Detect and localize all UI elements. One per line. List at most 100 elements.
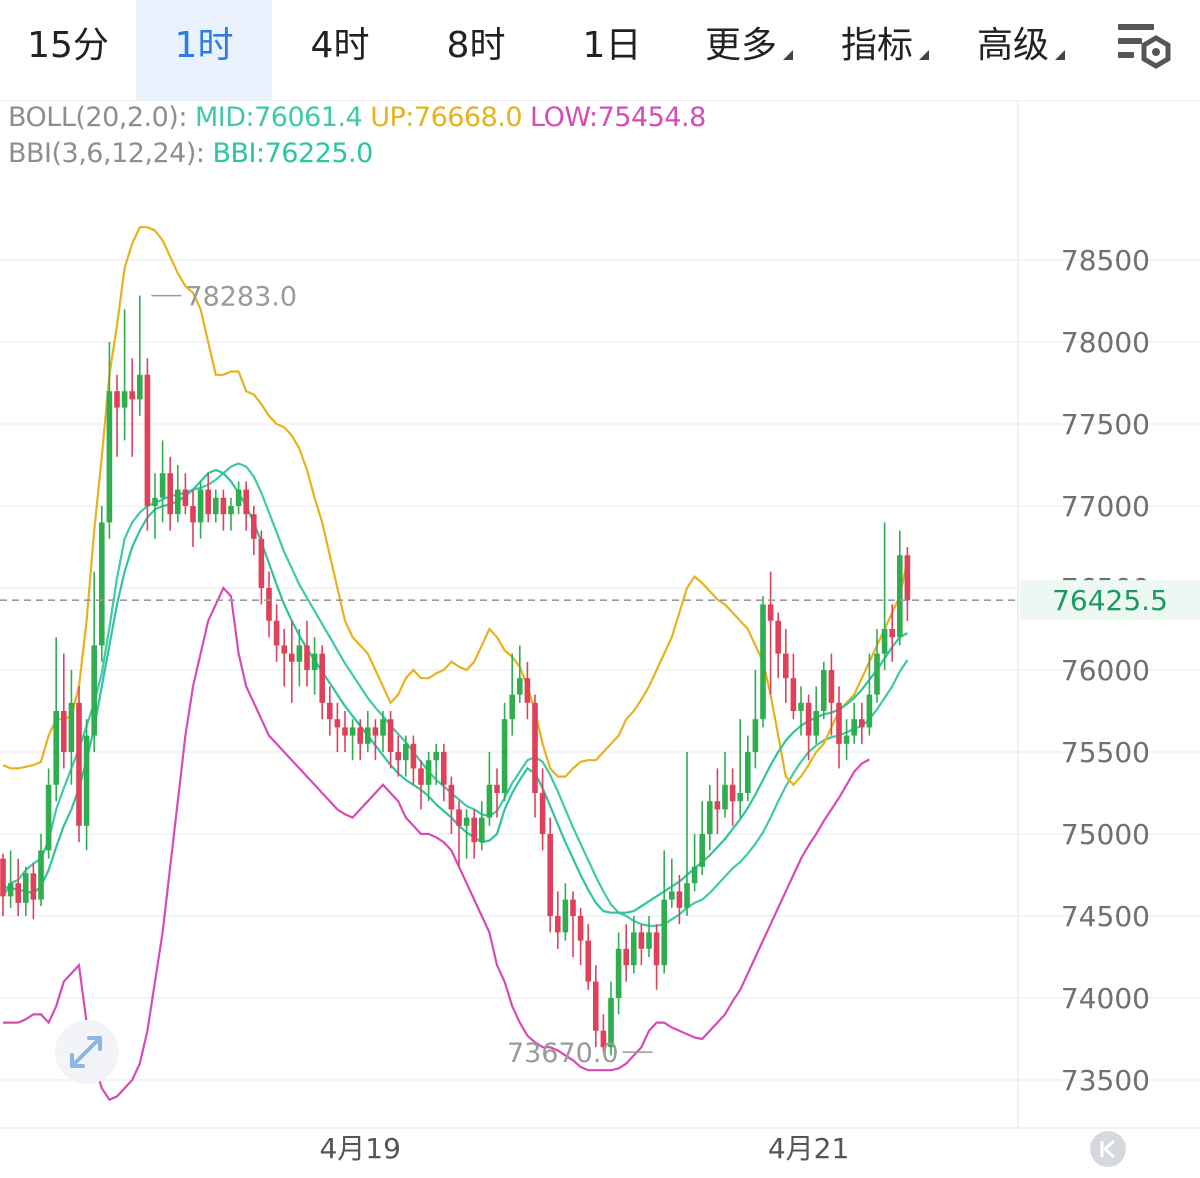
candle bbox=[783, 629, 789, 703]
tab-1h[interactable]: 1时 bbox=[136, 0, 272, 100]
candle bbox=[190, 489, 196, 547]
candle-body bbox=[661, 899, 667, 966]
y-tick-label: 78500 bbox=[1061, 244, 1150, 277]
candle bbox=[83, 719, 90, 851]
candle-body bbox=[53, 711, 59, 785]
candle-body bbox=[577, 916, 584, 941]
candle bbox=[121, 309, 128, 441]
candle bbox=[699, 801, 705, 875]
candlestick-chart[interactable]: 7350074000745007500075500760007650077000… bbox=[0, 100, 1200, 1178]
candle-body bbox=[775, 620, 781, 654]
candle bbox=[897, 530, 903, 646]
candle bbox=[790, 653, 797, 720]
candle bbox=[813, 686, 819, 744]
candle bbox=[661, 850, 667, 974]
candle-body bbox=[463, 817, 470, 826]
candle-body bbox=[752, 719, 759, 752]
candle bbox=[403, 735, 409, 777]
candle bbox=[448, 776, 455, 834]
candle bbox=[669, 858, 675, 908]
candle bbox=[304, 620, 310, 687]
candle-body bbox=[258, 538, 265, 588]
candle-body bbox=[859, 719, 865, 728]
candle bbox=[159, 440, 166, 523]
series-line-bbi bbox=[2, 468, 908, 914]
candle bbox=[745, 735, 751, 802]
scroll-to-start-icon[interactable] bbox=[1090, 1131, 1126, 1167]
candle bbox=[441, 743, 447, 802]
candle bbox=[859, 702, 865, 744]
candle bbox=[501, 702, 508, 802]
candle-body bbox=[182, 489, 189, 506]
tab-15min[interactable]: 15分 bbox=[0, 0, 136, 100]
candle-body bbox=[646, 932, 652, 949]
candle-body bbox=[897, 555, 903, 638]
candle bbox=[228, 497, 234, 531]
candle-body bbox=[213, 497, 219, 515]
expand-arrows-icon[interactable] bbox=[55, 1020, 119, 1084]
candle bbox=[7, 850, 14, 908]
candle-body bbox=[615, 948, 622, 998]
tab-more[interactable]: 更多 bbox=[680, 0, 816, 100]
candle-body bbox=[91, 645, 97, 736]
candle bbox=[851, 702, 857, 744]
candle-body bbox=[311, 653, 318, 670]
low-price-label: 73670.0 bbox=[507, 1038, 619, 1069]
candle bbox=[623, 924, 629, 982]
candle-body bbox=[843, 735, 850, 744]
indicator-lines bbox=[2, 226, 909, 1102]
timeframe-toolbar: 15分 1时 4时 8时 1日 更多 指标 高级 bbox=[0, 0, 1200, 101]
candle-body bbox=[441, 752, 447, 785]
candle-body bbox=[349, 727, 356, 736]
candle-body bbox=[281, 645, 287, 654]
candle-body bbox=[197, 489, 204, 523]
y-tick-label: 77000 bbox=[1061, 490, 1150, 523]
candle bbox=[99, 506, 105, 662]
high-price-label: 78283.0 bbox=[185, 282, 297, 313]
candle bbox=[53, 637, 59, 802]
candle bbox=[243, 481, 249, 531]
candle bbox=[479, 801, 485, 851]
candle-body bbox=[707, 801, 713, 834]
candle bbox=[471, 809, 477, 859]
candle bbox=[752, 670, 759, 769]
candle bbox=[418, 760, 424, 810]
candle-body bbox=[486, 784, 493, 818]
candle bbox=[152, 473, 158, 539]
series-line-low bbox=[3, 586, 870, 1102]
candle-body bbox=[471, 817, 477, 843]
candle-body bbox=[319, 653, 325, 703]
candle-body bbox=[722, 784, 728, 810]
y-tick-label: 74500 bbox=[1061, 900, 1150, 933]
candle bbox=[167, 456, 173, 531]
candle bbox=[562, 883, 569, 941]
tab-4h[interactable]: 4时 bbox=[272, 0, 408, 100]
candle bbox=[220, 489, 227, 531]
candle bbox=[365, 711, 371, 752]
candle-body bbox=[517, 678, 523, 695]
candle-body bbox=[418, 768, 424, 785]
candle bbox=[372, 719, 379, 761]
candle-body bbox=[228, 506, 234, 515]
candle bbox=[881, 522, 888, 670]
tab-indicators[interactable]: 指标 bbox=[816, 0, 952, 100]
candle-body bbox=[866, 694, 873, 728]
candle bbox=[213, 489, 219, 523]
candle-body bbox=[0, 858, 6, 897]
candle-body bbox=[547, 834, 553, 916]
candle bbox=[23, 866, 29, 916]
candle-body bbox=[106, 391, 113, 523]
candle-body bbox=[205, 489, 211, 515]
candle-body bbox=[304, 645, 310, 670]
tab-advanced[interactable]: 高级 bbox=[952, 0, 1088, 100]
candle bbox=[45, 768, 52, 859]
tab-8h[interactable]: 8时 bbox=[408, 0, 544, 100]
chart-settings-icon[interactable] bbox=[1116, 18, 1174, 72]
candle-body bbox=[15, 883, 21, 903]
candle-body bbox=[167, 473, 173, 515]
tab-1d[interactable]: 1日 bbox=[544, 0, 680, 100]
candle-body bbox=[798, 702, 804, 711]
date-axis: 4月19 4月21 bbox=[319, 1132, 849, 1165]
candle-body bbox=[555, 916, 561, 933]
candle-body bbox=[653, 932, 660, 966]
